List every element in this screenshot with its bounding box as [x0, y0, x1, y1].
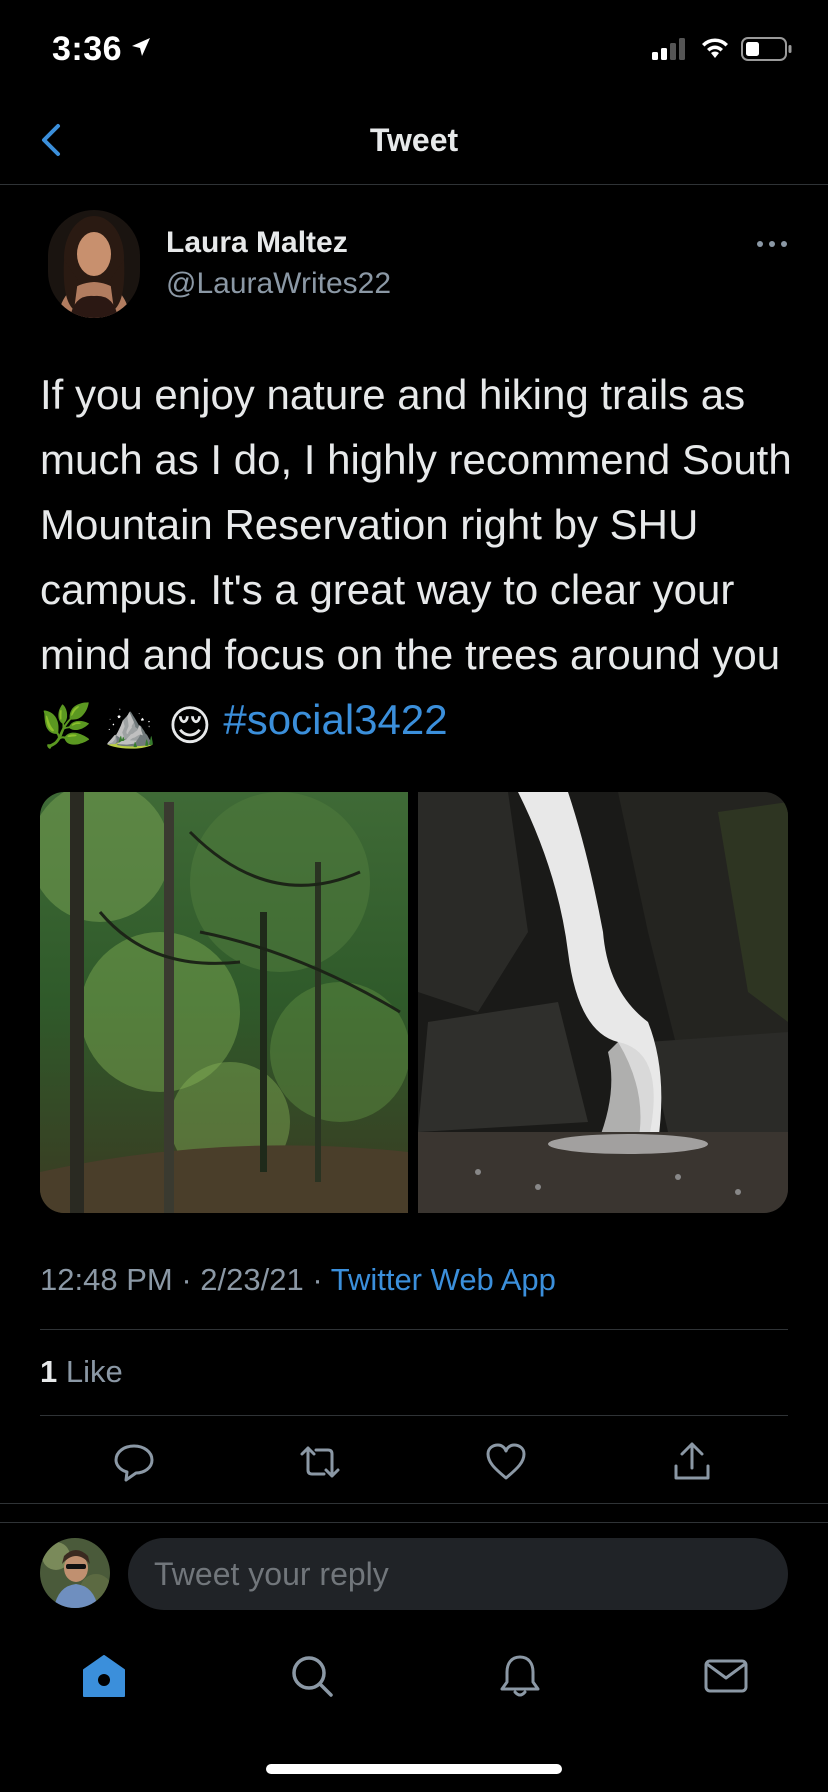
location-arrow-icon — [132, 38, 150, 56]
divider — [40, 1329, 788, 1330]
heart-icon[interactable] — [484, 1440, 528, 1484]
divider — [40, 1415, 788, 1416]
like-count-number: 1 — [40, 1354, 58, 1389]
divider — [0, 1503, 828, 1504]
page-title: Tweet — [369, 122, 459, 158]
tweet-meta: 12:48 PM · 2/23/21 · Twitter Web App — [40, 1262, 556, 1298]
home-icon[interactable] — [80, 1652, 128, 1700]
home-indicator — [266, 1764, 562, 1774]
tweet-source-link[interactable]: Twitter Web App — [331, 1262, 556, 1297]
retweet-icon[interactable] — [298, 1440, 342, 1484]
hashtag-link[interactable]: #social3422 — [223, 696, 447, 743]
cellular-signal-icon — [652, 38, 685, 60]
tweet-body: If you enjoy nature and hiking trails as… — [40, 371, 792, 678]
tweet-time: 12:48 PM — [40, 1262, 173, 1297]
tweet-date: 2/23/21 — [200, 1262, 304, 1297]
mail-icon[interactable] — [702, 1652, 750, 1700]
share-icon[interactable] — [670, 1440, 714, 1484]
reply-input[interactable] — [128, 1538, 788, 1610]
my-avatar[interactable] — [40, 1538, 110, 1608]
mountain-emoji: ⛰️ — [103, 702, 157, 749]
status-bar: 3:36 — [0, 0, 828, 100]
wifi-icon — [702, 38, 728, 58]
bell-icon[interactable] — [496, 1652, 544, 1700]
divider — [0, 1522, 828, 1523]
author-handle[interactable]: @LauraWrites22 — [166, 267, 391, 301]
meta-separator: · — [312, 1262, 331, 1297]
top-nav-bar: Tweet — [0, 100, 828, 185]
more-options-icon[interactable] — [752, 232, 792, 256]
reply-icon[interactable] — [112, 1440, 156, 1484]
author-avatar[interactable] — [48, 210, 140, 318]
likes-count[interactable]: 1 Like — [40, 1354, 123, 1390]
search-icon[interactable] — [288, 1652, 336, 1700]
battery-icon — [741, 37, 792, 61]
author-name[interactable]: Laura Maltez — [166, 226, 348, 260]
tweet-media — [40, 792, 788, 1213]
tweet-text: If you enjoy nature and hiking trails as… — [40, 362, 800, 758]
forest-photo[interactable] — [40, 792, 408, 1213]
status-time: 3:36 — [52, 30, 123, 68]
meta-separator: · — [181, 1262, 201, 1297]
relieved-face-emoji: 😌 — [167, 702, 212, 749]
waterfall-photo[interactable] — [418, 792, 788, 1213]
herb-emoji: 🌿 — [40, 702, 93, 749]
like-count-label: Like — [65, 1354, 123, 1389]
